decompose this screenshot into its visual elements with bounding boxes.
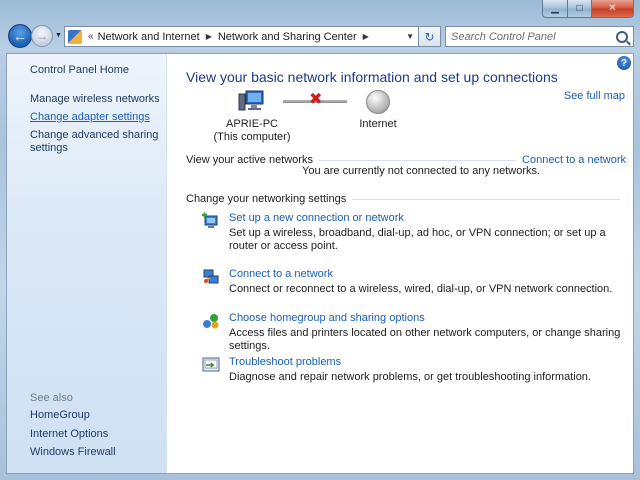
- not-connected-status: You are currently not connected to any n…: [302, 165, 541, 177]
- disconnected-x-icon[interactable]: ✖: [309, 92, 322, 108]
- breadcrumb-overflow-icon[interactable]: «: [88, 31, 94, 42]
- address-dropdown-icon[interactable]: ▼: [406, 32, 414, 41]
- internet-label: Internet: [359, 118, 397, 130]
- sidebar-item-change-adapter-settings[interactable]: Change adapter settings: [30, 111, 160, 124]
- address-bar[interactable]: « Network and Internet ▶ Network and Sha…: [64, 26, 419, 47]
- setup-new-connection-description: Set up a wireless, broadband, dial-up, a…: [229, 227, 606, 252]
- search-box[interactable]: [445, 26, 634, 47]
- sidebar-item-internet-options[interactable]: Internet Options: [30, 428, 160, 441]
- computer-subtitle: (This computer): [213, 131, 291, 143]
- divider: [318, 159, 517, 161]
- maximize-button[interactable]: □: [568, 0, 592, 18]
- new-connection-icon: [202, 212, 218, 228]
- connect-to-network-link[interactable]: Connect to a network: [229, 268, 333, 280]
- computer-name: APRIE-PC: [226, 118, 278, 130]
- refresh-button[interactable]: ↻: [419, 26, 441, 47]
- main-content: ? View your basic network information an…: [168, 54, 633, 473]
- troubleshoot-problems-link[interactable]: Troubleshoot problems: [229, 356, 341, 368]
- sidebar: Control Panel Home Manage wireless netwo…: [7, 54, 167, 473]
- computer-icon: [238, 90, 264, 111]
- active-networks-heading: View your active networks: [186, 154, 313, 166]
- caption-buttons: ▁ □ ✕: [542, 0, 634, 18]
- networking-settings-heading: Change your networking settings: [186, 193, 347, 205]
- sidebar-item-manage-wireless-networks[interactable]: Manage wireless networks: [30, 93, 160, 106]
- computer-label: APRIE-PC (This computer): [204, 118, 300, 144]
- close-button[interactable]: ✕: [592, 0, 634, 18]
- homegroup-sharing-description: Access files and printers located on oth…: [229, 327, 621, 352]
- client-area: Control Panel Home Manage wireless netwo…: [6, 53, 634, 474]
- sidebar-item-change-advanced-sharing-settings[interactable]: Change advanced sharing settings: [30, 129, 160, 155]
- search-input[interactable]: [446, 30, 616, 43]
- connect-to-network-description: Connect or reconnect to a wireless, wire…: [229, 283, 613, 295]
- forward-button[interactable]: →: [31, 25, 53, 47]
- troubleshoot-problems-description: Diagnose and repair network problems, or…: [229, 371, 591, 383]
- sidebar-item-homegroup[interactable]: HomeGroup: [30, 409, 160, 422]
- page-title: View your basic network information and …: [186, 69, 558, 85]
- back-button[interactable]: ←: [8, 24, 32, 48]
- sidebar-item-windows-firewall[interactable]: Windows Firewall: [30, 446, 160, 459]
- help-icon[interactable]: ?: [617, 56, 631, 70]
- homegroup-sharing-options-link[interactable]: Choose homegroup and sharing options: [229, 312, 425, 324]
- window-frame: ▁ □ ✕ ← → ▼ « Network and Internet ▶ Net…: [0, 0, 640, 480]
- setup-new-connection-link[interactable]: Set up a new connection or network: [229, 212, 404, 224]
- connect-network-icon: [203, 269, 219, 284]
- breadcrumb-separator-icon[interactable]: ▶: [363, 32, 369, 41]
- homegroup-icon: [203, 314, 219, 329]
- divider: [352, 198, 620, 200]
- recent-pages-dropdown-icon[interactable]: ▼: [55, 32, 62, 39]
- minimize-button[interactable]: ▁: [542, 0, 568, 18]
- navigation-bar: ← → ▼ « Network and Internet ▶ Network a…: [6, 24, 634, 50]
- breadcrumb-separator-icon[interactable]: ▶: [206, 32, 212, 41]
- breadcrumb-network-and-internet[interactable]: Network and Internet: [98, 31, 200, 43]
- see-full-map-link[interactable]: See full map: [564, 90, 625, 102]
- internet-globe-icon: [366, 90, 390, 114]
- troubleshoot-icon: [202, 357, 220, 372]
- search-icon[interactable]: [616, 30, 628, 43]
- networking-settings-header: Change your networking settings: [186, 192, 626, 206]
- control-panel-icon: [68, 29, 82, 44]
- see-also-heading: See also: [30, 392, 73, 404]
- sidebar-item-control-panel-home[interactable]: Control Panel Home: [30, 64, 160, 77]
- breadcrumb-network-and-sharing-center[interactable]: Network and Sharing Center: [218, 31, 357, 43]
